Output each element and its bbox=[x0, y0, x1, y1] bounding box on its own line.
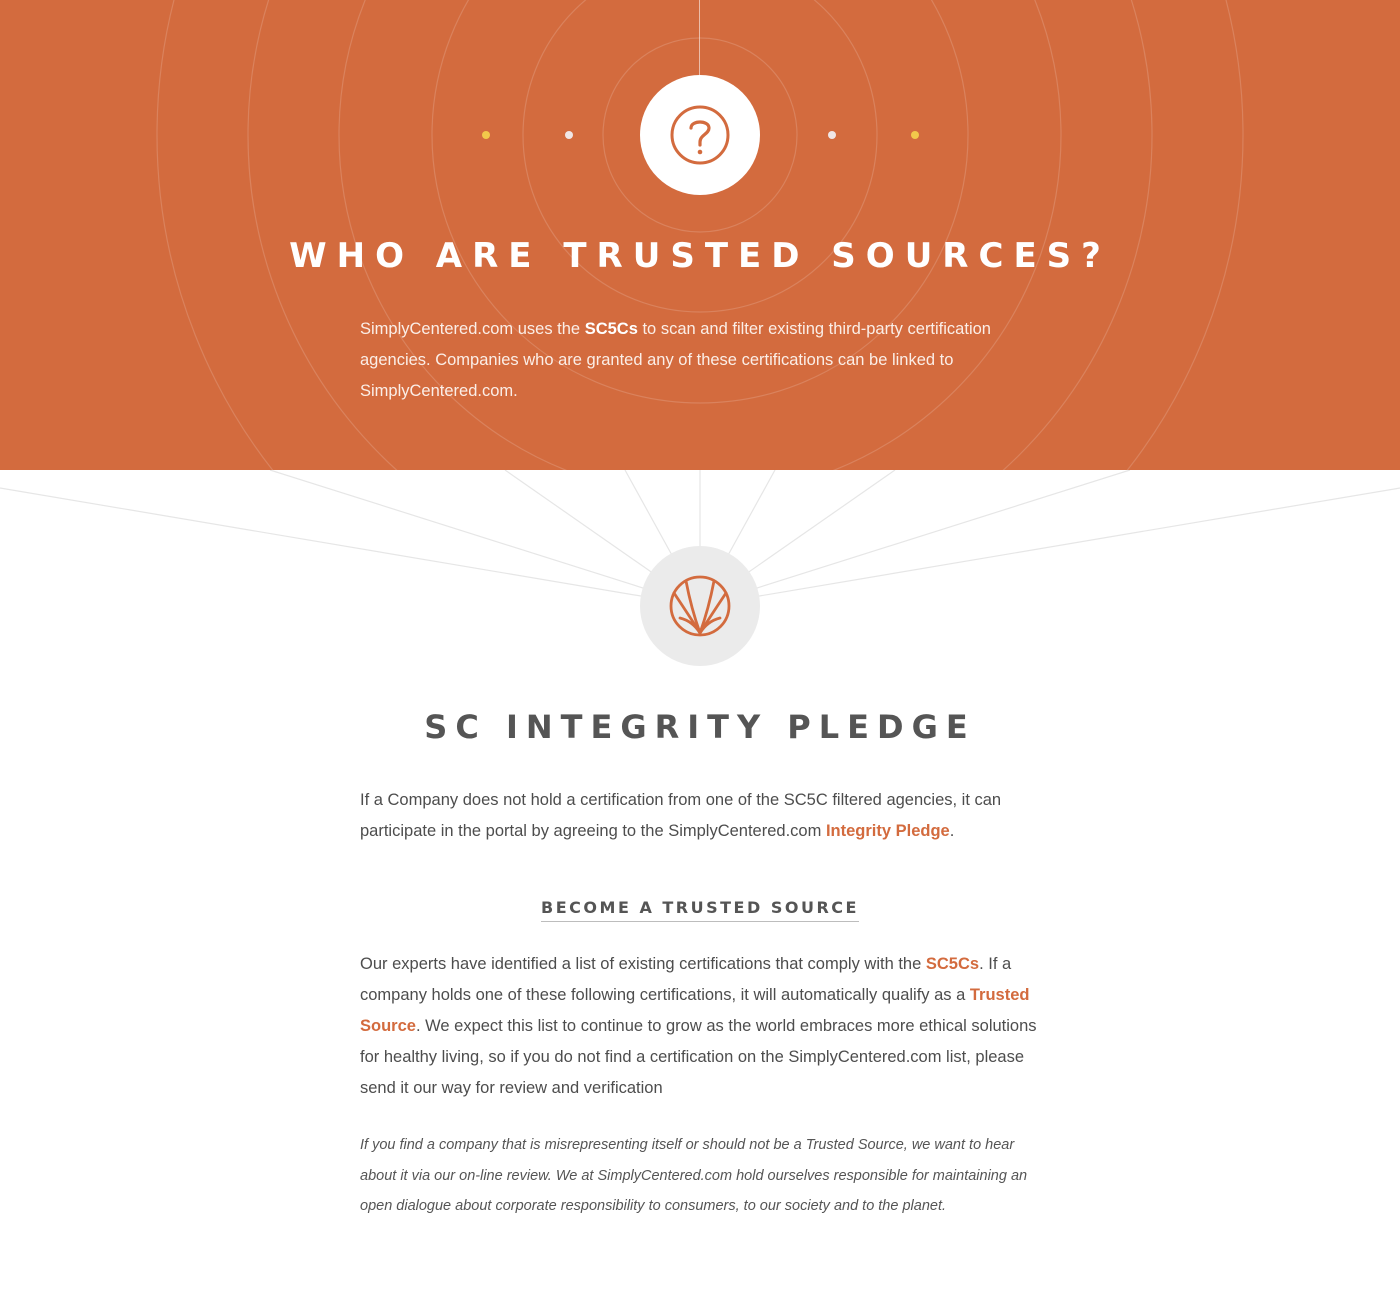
trusted-text-part: Our experts have identified a list of ex… bbox=[360, 955, 926, 973]
leaf-logo-icon bbox=[669, 575, 731, 637]
pledge-title: SC INTEGRITY PLEDGE bbox=[424, 708, 976, 746]
hero-text-part: SimplyCentered.com uses the bbox=[360, 320, 585, 338]
review-note: If you find a company that is misreprese… bbox=[360, 1137, 1028, 1214]
leaf-logo-badge bbox=[640, 546, 760, 666]
decorative-dot bbox=[911, 131, 919, 139]
decorative-dot bbox=[565, 131, 573, 139]
question-mark-icon bbox=[670, 105, 730, 165]
become-trusted-source-link[interactable]: BECOME A TRUSTED SOURCE bbox=[541, 898, 859, 922]
hero-title: WHO ARE TRUSTED SOURCES? bbox=[289, 236, 1111, 276]
decorative-dot bbox=[828, 131, 836, 139]
sc5cs-link[interactable]: SC5Cs bbox=[926, 955, 979, 973]
connector-line bbox=[699, 0, 700, 76]
question-icon-badge bbox=[640, 75, 760, 195]
trusted-text-part: . We expect this list to continue to gro… bbox=[360, 1017, 1037, 1097]
pledge-description: If a Company does not hold a certificati… bbox=[360, 785, 1040, 847]
become-trusted-source-heading: BECOME A TRUSTED SOURCE bbox=[0, 898, 1400, 922]
pledge-text-part: . bbox=[949, 822, 955, 840]
integrity-pledge-link[interactable]: Integrity Pledge bbox=[826, 822, 950, 840]
sc5cs-emphasis: SC5Cs bbox=[584, 320, 638, 338]
hero-description: SimplyCentered.com uses the SC5Cs to sca… bbox=[360, 314, 1000, 407]
trusted-source-description: Our experts have identified a list of ex… bbox=[360, 949, 1040, 1104]
decorative-dot bbox=[482, 131, 490, 139]
trusted-sources-hero: WHO ARE TRUSTED SOURCES? SimplyCentered.… bbox=[0, 0, 1400, 470]
